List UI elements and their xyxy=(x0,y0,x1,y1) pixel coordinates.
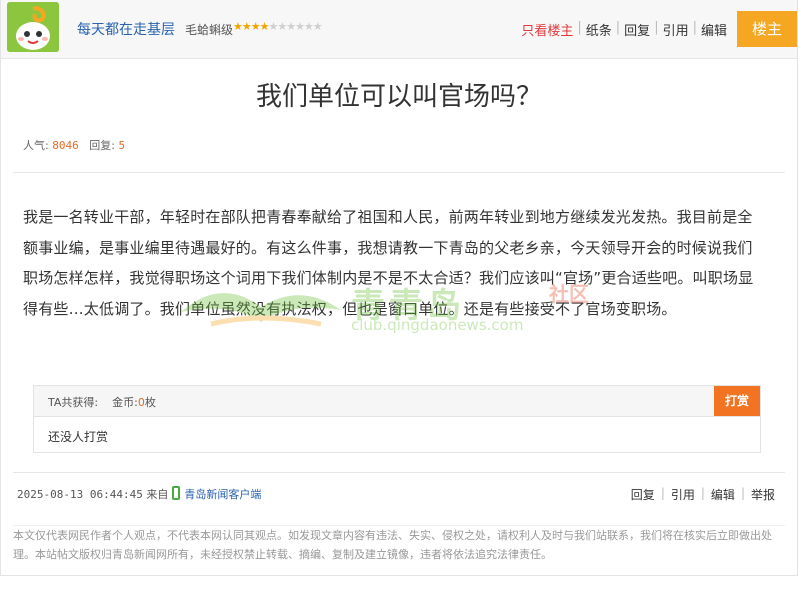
star-icon: ★ xyxy=(312,20,323,33)
star-icon: ★ xyxy=(241,20,252,33)
reward-total-label: TA共获得: xyxy=(48,396,99,409)
post-header: 每天都在走基层 毛蛤蝌级 ★★★★★★★★★★ 只看楼主 | 纸条 | 回复 |… xyxy=(1,0,797,59)
post-title: 我们单位可以叫官场吗？ xyxy=(255,82,542,112)
mobile-phone-icon xyxy=(172,486,181,500)
separator: | xyxy=(700,486,705,500)
only-owner-link[interactable]: 只看楼主 xyxy=(521,20,573,39)
reward-panel: TA共获得: 金币:0枚 打赏 还没人打赏 xyxy=(33,385,761,453)
coin-label: 金币: xyxy=(112,396,138,409)
separator: | xyxy=(740,486,745,500)
client-app-link[interactable]: 青岛新闻客户端 xyxy=(184,486,261,502)
reward-header: TA共获得: 金币:0枚 打赏 xyxy=(34,386,760,417)
owner-badge: 楼主 xyxy=(737,11,797,47)
quote-link[interactable]: 引用 xyxy=(663,20,689,39)
footer-actions: 回复 | 引用 | 编辑 | 举报 xyxy=(631,486,775,503)
star-icon: ★ xyxy=(277,20,287,33)
divider xyxy=(13,472,785,473)
post-meta: 2025-08-13 06:44:45 来自 青岛新闻客户端 xyxy=(17,486,261,502)
edit-link[interactable]: 编辑 xyxy=(701,20,727,39)
username-link[interactable]: 每天都在走基层 xyxy=(77,19,175,39)
separator: | xyxy=(615,20,621,35)
replies-count: 5 xyxy=(118,139,126,152)
message-link[interactable]: 纸条 xyxy=(586,20,612,39)
footer-report-link[interactable]: 举报 xyxy=(751,486,775,503)
copyright-disclaimer: 本文仅代表网民作者个人观点，不代表本网认同其观点。如发现文章内容有违法、失实、侵… xyxy=(13,525,785,564)
replies-label: 回复: xyxy=(89,139,115,152)
post-actions: 只看楼主 | 纸条 | 回复 | 引用 | 编辑 xyxy=(521,20,727,39)
footer-reply-link[interactable]: 回复 xyxy=(631,486,655,503)
coin-unit: 枚 xyxy=(144,396,156,409)
separator: | xyxy=(654,20,659,35)
views-count: 8046 xyxy=(52,139,79,152)
no-reward-text: 还没人打赏 xyxy=(48,430,109,444)
post-body: 我是一名转业干部，年轻时在部队把青春奉献给了祖国和人民，前两年转业到地方继续发光… xyxy=(23,208,754,318)
user-level-label: 毛蛤蝌级 xyxy=(185,23,234,37)
user-rating-stars: ★★★★★★★★★★ xyxy=(233,20,323,33)
footer-quote-link[interactable]: 引用 xyxy=(671,486,695,503)
star-icon: ★ xyxy=(304,20,314,33)
separator: | xyxy=(660,486,665,500)
views-label: 人气: xyxy=(23,139,49,152)
separator: | xyxy=(692,20,697,35)
reward-summary: TA共获得: 金币:0枚 xyxy=(48,394,156,410)
coin-value: 0 xyxy=(137,396,145,409)
divider xyxy=(13,172,785,173)
post-timestamp: 2025-08-13 06:44:45 xyxy=(17,487,143,501)
post-stats: 人气: 8046 回复: 5 xyxy=(23,137,125,153)
from-label: 来自 xyxy=(146,488,169,501)
separator: | xyxy=(577,20,582,35)
avatar[interactable] xyxy=(7,2,59,52)
post-container: 每天都在走基层 毛蛤蝌级 ★★★★★★★★★★ 只看楼主 | 纸条 | 回复 |… xyxy=(0,0,798,576)
star-icon: ★ xyxy=(286,20,296,33)
star-icon: ★ xyxy=(250,20,261,33)
tip-button[interactable]: 打赏 xyxy=(714,386,760,416)
star-icon: ★ xyxy=(233,20,243,33)
star-icon: ★ xyxy=(295,20,305,33)
reply-link[interactable]: 回复 xyxy=(624,20,650,39)
star-icon: ★ xyxy=(259,20,270,33)
mascot-avatar-icon xyxy=(7,2,59,52)
footer-edit-link[interactable]: 编辑 xyxy=(711,486,735,503)
